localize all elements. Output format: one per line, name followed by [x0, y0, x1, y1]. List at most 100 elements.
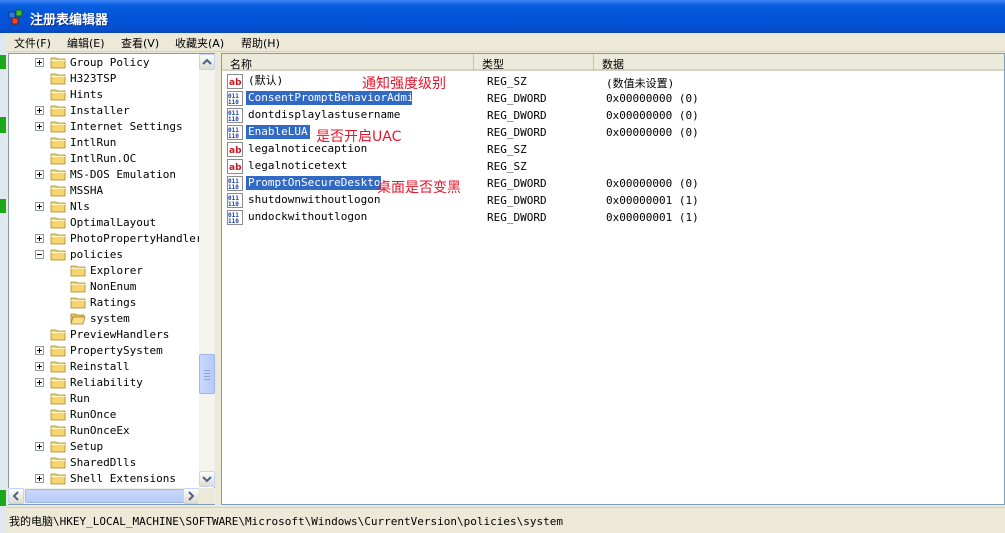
expand-icon[interactable] [35, 346, 44, 355]
scroll-left-button[interactable] [8, 488, 24, 504]
tree-item[interactable]: IntlRun [9, 135, 199, 151]
column-name[interactable]: 名称 [222, 54, 474, 71]
value-name: shutdownwithoutlogon [248, 193, 381, 206]
string-value-icon: ab [227, 74, 243, 89]
tree-item[interactable]: Group Policy [9, 55, 199, 71]
tree-item-label: Setup [70, 440, 104, 453]
tree-item-label: Internet Settings [70, 120, 183, 133]
scroll-thumb[interactable] [199, 354, 215, 394]
value-type: REG_SZ [487, 75, 527, 88]
expand-icon[interactable] [35, 122, 44, 131]
menu-view[interactable]: 查看(V) [121, 35, 159, 51]
folder-icon [50, 328, 66, 341]
folder-icon [50, 344, 66, 357]
tree-item[interactable]: Installer [9, 103, 199, 119]
dword-value-icon: 011 110 [227, 125, 243, 140]
tree-item[interactable]: Ratings [9, 295, 199, 311]
tree-vertical-scrollbar[interactable] [199, 54, 215, 487]
expand-icon[interactable] [35, 378, 44, 387]
tree-item[interactable]: MS-DOS Emulation [9, 167, 199, 183]
column-data[interactable]: 数据 [594, 54, 1004, 71]
value-type: REG_DWORD [487, 177, 547, 190]
expand-icon[interactable] [35, 58, 44, 67]
scroll-up-button[interactable] [199, 54, 215, 70]
expand-icon[interactable] [35, 362, 44, 371]
menu-file[interactable]: 文件(F) [14, 35, 51, 51]
tree-item[interactable]: PropertySystem [9, 343, 199, 359]
scroll-down-button[interactable] [199, 471, 215, 487]
tree-item-label: RunOnce [70, 408, 117, 421]
collapse-icon[interactable] [35, 250, 44, 259]
value-row[interactable]: 011 110 EnableLUA REG_DWORD 0x00000000 (0) [227, 124, 699, 141]
value-row[interactable]: 011 110 PromptOnSecureDesktop REG_DWORD 0x00… [227, 175, 699, 192]
tree-item[interactable]: H323TSP [9, 71, 199, 87]
value-type: REG_DWORD [487, 109, 547, 122]
tree-item-label: Installer [70, 104, 130, 117]
expand-icon[interactable] [35, 474, 44, 483]
menu-help[interactable]: 帮助(H) [241, 35, 280, 51]
value-type: REG_DWORD [487, 126, 547, 139]
scroll-right-button[interactable] [183, 488, 199, 504]
dword-value-icon: 011 110 [227, 91, 243, 106]
svg-text:110: 110 [228, 184, 239, 191]
tree-item[interactable]: PhotoPropertyHandler [9, 231, 202, 247]
title-bar[interactable]: 注册表编辑器 [0, 0, 1005, 33]
tree-item[interactable]: system [9, 311, 199, 327]
folder-icon [50, 168, 66, 181]
value-row[interactable]: 011 110 dontdisplaylastusername REG_DWORD 0x… [227, 107, 699, 124]
tree-item[interactable]: Run [9, 391, 199, 407]
tree-item[interactable]: PreviewHandlers [9, 327, 199, 343]
tree-item[interactable]: Nls [9, 199, 199, 215]
tree-item[interactable]: OptimalLayout [9, 215, 199, 231]
tree-item[interactable]: Internet Settings [9, 119, 199, 135]
expand-icon[interactable] [35, 170, 44, 179]
tree-item[interactable]: Shell Extensions [9, 471, 199, 487]
value-data: 0x00000000 (0) [606, 177, 699, 190]
column-type[interactable]: 类型 [474, 54, 594, 71]
tree-item[interactable]: Setup [9, 439, 199, 455]
value-row[interactable]: 011 110 shutdownwithoutlogon REG_DWORD 0x000… [227, 192, 699, 209]
tree-item[interactable]: Hints [9, 87, 199, 103]
expand-icon[interactable] [35, 106, 44, 115]
tree-item[interactable]: Reinstall [9, 359, 199, 375]
annotation-secure-desktop: 桌面是否变黑 [377, 180, 461, 196]
tree-item[interactable]: SharedDlls [9, 455, 199, 471]
menu-bar: 文件(F) 编辑(E) 查看(V) 收藏夹(A) 帮助(H) [6, 33, 1005, 52]
expand-icon[interactable] [35, 442, 44, 451]
folder-icon [70, 296, 86, 309]
registry-tree[interactable]: Group Policy H323TSP Hints Installer Interne… [8, 53, 215, 505]
folder-icon [70, 280, 86, 293]
tree-item[interactable]: MSSHA [9, 183, 199, 199]
open-folder-icon [70, 312, 86, 325]
value-row[interactable]: 011 110 ConsentPromptBehaviorAdmin REG_DWOR… [227, 90, 699, 107]
value-row[interactable]: ab (默认) REG_SZ (数值未设置) [227, 73, 697, 90]
tree-item[interactable]: Reliability [9, 375, 199, 391]
svg-text:110: 110 [228, 201, 239, 208]
value-name: EnableLUA [246, 125, 310, 139]
expand-icon[interactable] [35, 202, 44, 211]
regedit-icon [8, 9, 23, 25]
tree-item[interactable]: IntlRun.OC [9, 151, 199, 167]
tree-item-label: Run [70, 392, 90, 405]
folder-icon [50, 104, 66, 117]
tree-item[interactable]: policies [9, 247, 199, 263]
value-row[interactable]: 011 110 undockwithoutlogon REG_DWORD 0x00000… [227, 209, 699, 226]
tree-horizontal-scrollbar[interactable] [8, 488, 215, 504]
expand-icon[interactable] [35, 234, 44, 243]
folder-icon [70, 264, 86, 277]
tree-item[interactable]: Explorer [9, 263, 199, 279]
value-type: REG_DWORD [487, 194, 547, 207]
tree-item[interactable]: NonEnum [9, 279, 199, 295]
hscroll-thumb[interactable] [25, 489, 185, 503]
svg-text:ab: ab [229, 146, 242, 156]
tree-item-label: SharedDlls [70, 456, 137, 469]
menu-favorites[interactable]: 收藏夹(A) [175, 35, 224, 51]
value-row[interactable]: ab legalnoticetext REG_SZ [227, 158, 697, 175]
svg-text:110: 110 [228, 133, 239, 140]
menu-edit[interactable]: 编辑(E) [67, 35, 105, 51]
value-row[interactable]: ab legalnoticecaption REG_SZ [227, 141, 697, 158]
tree-item[interactable]: RunOnceEx [9, 423, 199, 439]
tree-item-label: Explorer [90, 264, 143, 277]
tree-item[interactable]: RunOnce [9, 407, 199, 423]
folder-icon [50, 360, 66, 373]
